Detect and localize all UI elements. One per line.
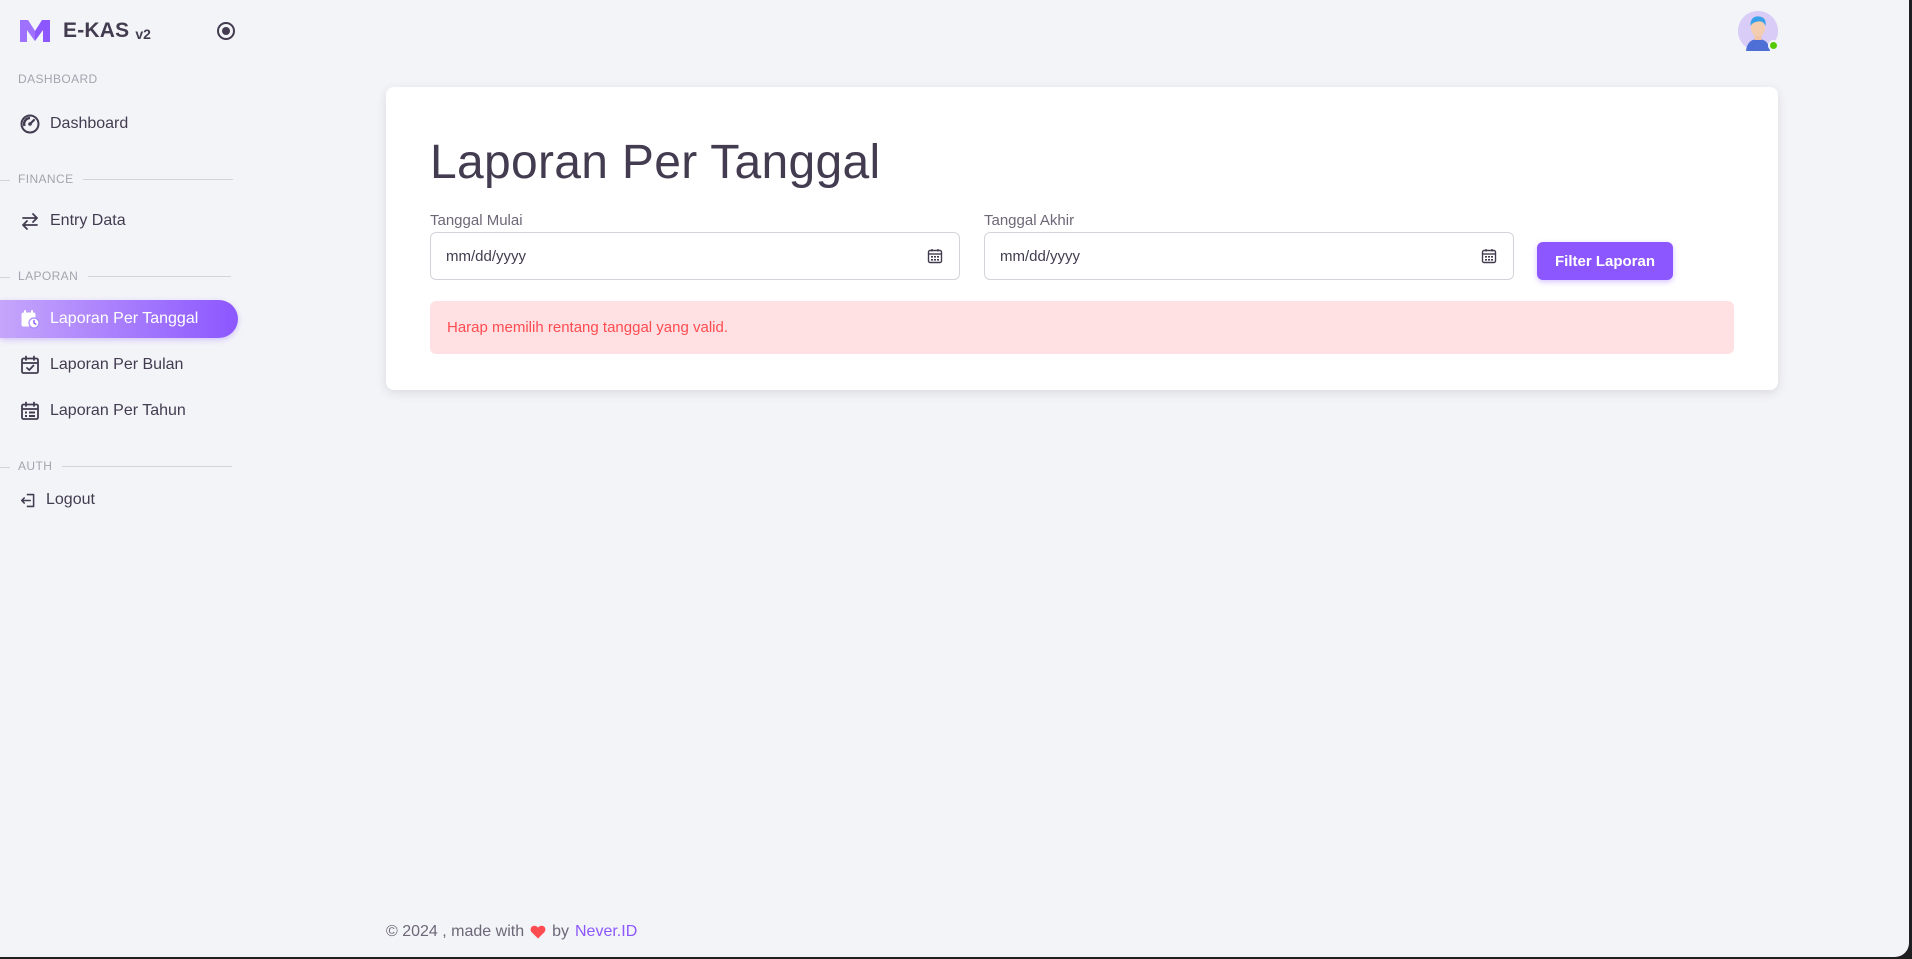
alert-message: Harap memilih rentang tanggal yang valid… <box>447 319 728 336</box>
brand-logo-icon <box>20 20 50 42</box>
brand-name: E-KAS <box>63 19 130 42</box>
sidebar-item-label: Laporan Per Bulan <box>50 356 184 373</box>
sidebar-collapse-toggle[interactable] <box>217 22 235 40</box>
divider <box>0 277 10 278</box>
arrows-left-right-icon <box>22 213 38 230</box>
divider <box>62 465 233 467</box>
section-header-auth: AUTH <box>0 459 233 473</box>
app-window: E-KAS v2 DASHBOARD Dashboard FINANCE Ent… <box>0 0 1909 957</box>
footer: © 2024 , made with by Never.ID <box>386 923 637 941</box>
section-header-finance: FINANCE <box>0 172 234 186</box>
end-date-value: mm/dd/yyyy <box>1000 247 1081 265</box>
section-title: LAPORAN <box>18 269 79 283</box>
gauge-icon <box>20 114 40 134</box>
calendar-list-icon <box>21 401 39 420</box>
sidebar: E-KAS v2 DASHBOARD Dashboard FINANCE Ent… <box>0 0 245 957</box>
section-header-dashboard: DASHBOARD <box>18 72 98 86</box>
calendar-icon[interactable] <box>1481 248 1497 264</box>
divider <box>83 178 234 180</box>
online-status-dot <box>1768 40 1779 51</box>
section-title: FINANCE <box>18 172 74 186</box>
calendar-icon[interactable] <box>927 248 943 264</box>
footer-text: © 2024 , made with <box>386 923 525 940</box>
sidebar-item-label: Laporan Per Tahun <box>50 402 186 419</box>
section-header-laporan: LAPORAN <box>0 269 232 283</box>
footer-by: by <box>552 923 569 940</box>
report-card: Laporan Per Tanggal Tanggal Mulai mm/dd/… <box>386 87 1778 390</box>
brand-version: v2 <box>135 25 151 42</box>
calendar-check-icon <box>21 355 39 374</box>
sidebar-item-label: Dashboard <box>50 115 129 132</box>
sidebar-item-laporan-per-tahun[interactable]: Laporan Per Tahun <box>0 392 238 430</box>
sidebar-item-logout[interactable]: Logout <box>0 481 238 519</box>
brand[interactable]: E-KAS v2 <box>19 17 151 45</box>
sidebar-item-dashboard[interactable]: Dashboard <box>0 105 238 143</box>
sidebar-item-laporan-per-tanggal[interactable]: Laporan Per Tanggal <box>0 300 238 338</box>
page-title: Laporan Per Tanggal <box>430 136 881 189</box>
footer-link[interactable]: Never.ID <box>575 923 637 941</box>
start-date-input[interactable]: mm/dd/yyyy <box>430 232 960 280</box>
sidebar-item-laporan-per-bulan[interactable]: Laporan Per Bulan <box>0 346 238 384</box>
sidebar-item-label: Logout <box>46 491 95 508</box>
calendar-clock-icon <box>21 310 40 329</box>
end-date-label: Tanggal Akhir <box>984 212 1075 229</box>
sidebar-item-label: Entry Data <box>50 212 126 229</box>
sidebar-item-label: Laporan Per Tanggal <box>50 310 199 327</box>
sidebar-item-entry-data[interactable]: Entry Data <box>0 202 238 240</box>
logout-icon <box>20 493 35 507</box>
divider <box>88 275 232 277</box>
user-avatar[interactable] <box>1738 11 1779 51</box>
divider <box>0 180 10 181</box>
start-date-label: Tanggal Mulai <box>430 212 523 229</box>
section-title: DASHBOARD <box>18 72 98 86</box>
start-date-value: mm/dd/yyyy <box>446 247 527 265</box>
error-alert: Harap memilih rentang tanggal yang valid… <box>430 301 1734 354</box>
heart-icon <box>530 925 546 939</box>
divider <box>0 467 10 468</box>
section-title: AUTH <box>18 459 53 473</box>
filter-report-button[interactable]: Filter Laporan <box>1537 242 1673 280</box>
end-date-input[interactable]: mm/dd/yyyy <box>984 232 1514 280</box>
